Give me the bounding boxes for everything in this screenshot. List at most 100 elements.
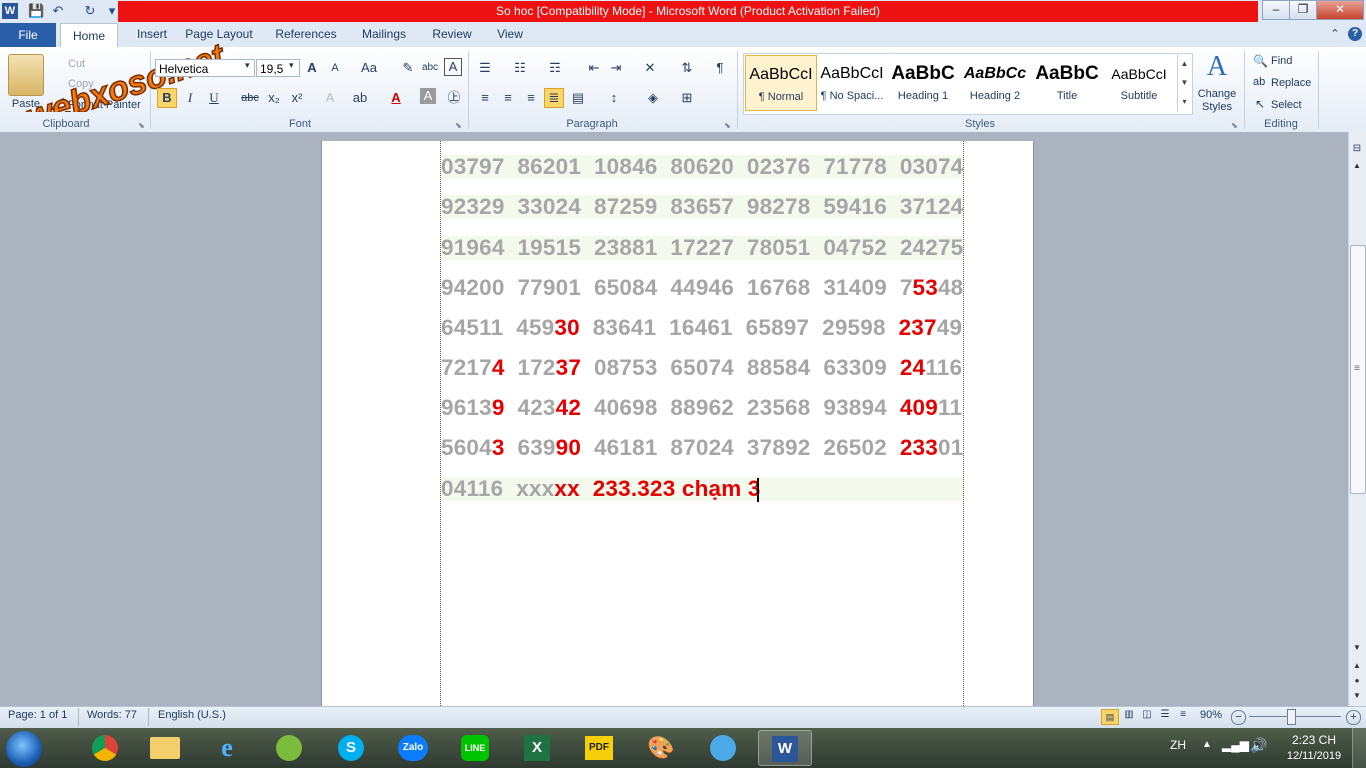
shading-icon[interactable]: ◈ [643,88,663,108]
phonetic-guide-icon[interactable]: abc [420,58,440,78]
show-formatting-icon[interactable]: ¶ [710,58,730,78]
underline-button[interactable]: U [204,88,224,108]
skype-taskbar-icon[interactable]: S [324,730,378,766]
clock-date[interactable]: 12/11/2019 [1278,750,1350,762]
dialog-launcher-icon[interactable]: ⬊ [138,121,145,130]
scroll-up-icon[interactable]: ▲ [1350,160,1364,172]
align-right-icon[interactable]: ≡ [521,88,541,108]
zalo-taskbar-icon[interactable]: Zalo [386,730,440,766]
close-button[interactable]: ✕ [1316,0,1364,20]
multilevel-list-icon[interactable]: ☶ [545,58,565,78]
align-center-icon[interactable]: ≡ [498,88,518,108]
clock-time[interactable]: 2:23 CH [1282,733,1346,747]
bird-taskbar-icon[interactable] [696,730,750,766]
internet-explorer-taskbar-icon[interactable]: e [200,730,254,766]
document-line[interactable]: 56043 63990 46181 87024 37892 26502 2330… [441,436,963,460]
outline-icon[interactable]: ☰ [1158,709,1172,720]
chevron-down-icon[interactable]: ▾ [289,60,294,71]
superscript-button[interactable]: x² [287,88,307,108]
zoom-slider-thumb[interactable] [1287,709,1296,725]
previous-page-icon[interactable]: ▲ [1350,660,1364,672]
start-button[interactable] [6,731,42,767]
shrink-font-icon[interactable]: A [325,58,345,78]
bullets-icon[interactable]: ☰ [475,58,495,78]
show-hidden-icons-icon[interactable]: ▲ [1202,739,1212,750]
word-taskbar-icon[interactable]: W [758,730,812,766]
document-line[interactable]: 72174 17237 08753 65074 88584 63309 2411… [441,356,963,380]
change-case-icon[interactable]: Aa [356,58,382,78]
italic-button[interactable]: I [180,88,200,108]
scroll-down-icon[interactable]: ▼ [1350,642,1364,654]
pdf-taskbar-icon[interactable]: PDF [572,730,626,766]
paint-taskbar-icon[interactable]: 🎨 [634,730,688,766]
decrease-indent-icon[interactable]: ⇤ [584,58,604,78]
zoom-in-icon[interactable]: + [1346,710,1361,725]
dialog-launcher-icon[interactable]: ⬊ [724,121,731,130]
grow-font-icon[interactable]: A [302,58,322,78]
explorer-taskbar-icon[interactable] [138,730,192,766]
help-icon[interactable]: ? [1348,27,1362,41]
page-count[interactable]: Page: 1 of 1 [8,709,67,721]
excel-taskbar-icon[interactable]: X [510,730,564,766]
ruler-toggle-icon[interactable]: ⊟ [1350,142,1364,156]
numbering-icon[interactable]: ☷ [510,58,530,78]
line-spacing-icon[interactable]: ↕ [604,88,624,108]
minimize-button[interactable]: – [1262,0,1290,20]
print-layout-icon[interactable]: ▤ [1101,709,1119,725]
borders-icon[interactable]: ⊞ [677,88,697,108]
chevron-down-icon[interactable]: ▾ [245,60,250,71]
coccoc-taskbar-icon[interactable] [262,730,316,766]
volume-icon[interactable]: 🔊 [1250,737,1267,754]
word-count[interactable]: Words: 77 [87,709,137,721]
tab-review[interactable]: Review [426,22,478,47]
style-no-spacing[interactable]: AaBbCcI ¶ No Spaci... [817,55,887,109]
web-layout-icon[interactable]: ◫ [1140,709,1154,720]
zoom-level[interactable]: 90% [1200,709,1222,721]
align-left-icon[interactable]: ≡ [475,88,495,108]
document-line[interactable]: 04116 xxxxx 233.323 chạm 3 [441,477,963,501]
document-page[interactable] [321,141,1034,706]
chrome-taskbar-icon[interactable] [78,730,132,766]
draft-icon[interactable]: ≡ [1176,709,1190,720]
find-button[interactable]: Find [1271,53,1292,69]
tab-view[interactable]: View [490,22,530,47]
restore-button[interactable]: ❐ [1289,0,1317,20]
document-line[interactable]: 03797 86201 10846 80620 02376 71778 0307… [441,155,963,179]
justify-icon[interactable]: ≣ [544,88,564,108]
bold-button[interactable]: B [157,88,177,108]
character-border-icon[interactable]: A [444,58,462,76]
style-heading-1[interactable]: AaBbC Heading 1 [888,55,958,109]
sort-icon[interactable]: ⇅ [677,58,697,78]
tab-mailings[interactable]: Mailings [354,22,414,47]
show-desktop-button[interactable] [1352,728,1366,768]
text-effects-icon[interactable]: A [320,88,340,108]
style-heading-2[interactable]: AaBbCc Heading 2 [960,55,1030,109]
replace-button[interactable]: Replace [1271,75,1311,91]
document-line[interactable]: 64511 45930 83641 16461 65897 29598 2374… [441,316,963,340]
increase-indent-icon[interactable]: ⇥ [606,58,626,78]
document-line[interactable]: 96139 42342 40698 88962 23568 93894 4091… [441,396,963,420]
language-indicator[interactable]: English (U.S.) [158,709,226,721]
tab-references[interactable]: References [270,22,342,47]
next-page-icon[interactable]: ▼ [1350,690,1364,702]
style-title[interactable]: AaBbC Title [1032,55,1102,109]
subscript-button[interactable]: x₂ [264,88,284,108]
network-icon[interactable]: ▂▄▆ [1222,738,1249,752]
style-subtitle[interactable]: AaBbCcI Subtitle [1104,55,1174,109]
full-screen-reading-icon[interactable]: ▥ [1122,709,1136,720]
document-line[interactable]: 91964 19515 23881 17227 78051 04752 2427… [441,236,963,260]
document-line[interactable]: 92329 33024 87259 83657 98278 59416 3712… [441,195,963,219]
dialog-launcher-icon[interactable]: ⬊ [1231,121,1238,130]
input-language-indicator[interactable]: ZH [1170,738,1186,752]
line-taskbar-icon[interactable]: LINE [448,730,502,766]
minimize-ribbon-icon[interactable]: ⌃ [1328,27,1342,41]
font-color-icon[interactable]: A [386,88,406,108]
select-browse-object-icon[interactable]: ● [1350,675,1364,687]
select-button[interactable]: Select [1271,97,1302,113]
zoom-out-icon[interactable]: − [1231,710,1246,725]
styles-scroll[interactable]: ▲ ▼ ▾ [1177,54,1191,112]
dialog-launcher-icon[interactable]: ⬊ [455,121,462,130]
enclose-characters-icon[interactable]: ㊤ [444,88,464,108]
highlight-color-icon[interactable]: ab [350,88,370,108]
asian-layout-icon[interactable]: ✕ [640,58,660,78]
